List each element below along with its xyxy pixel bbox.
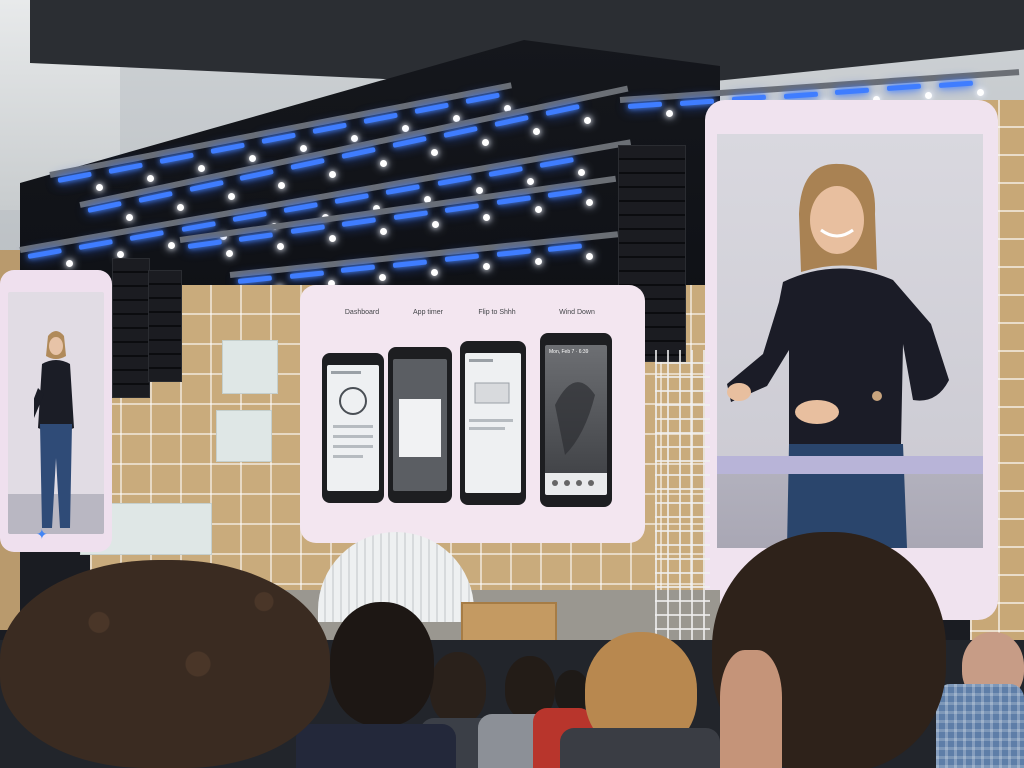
spot-light <box>351 134 359 142</box>
google-io-logo: ✦ <box>36 526 48 542</box>
audience-body <box>296 724 456 768</box>
spot-light <box>586 252 594 260</box>
spot-light <box>534 257 542 265</box>
phone-flip-to-shhh <box>460 341 526 505</box>
presenter-figure <box>34 331 74 528</box>
phone-screen <box>327 365 379 491</box>
flip-to-shhh-ui <box>469 359 513 430</box>
spot-light <box>225 249 233 257</box>
spot-light <box>146 174 154 182</box>
dashboard-ui <box>331 371 373 458</box>
spot-light <box>248 154 256 162</box>
phone-screen <box>465 353 521 493</box>
spot-light <box>431 220 439 228</box>
app-timer-dialog <box>399 399 441 457</box>
phone-label-app-timer: App timer <box>413 309 443 316</box>
audience-body <box>560 728 720 768</box>
wind-down-time: Mon, Feb 7 · 6:39 <box>549 349 589 355</box>
audience-body-plaid <box>936 684 1024 768</box>
spot-light <box>117 250 125 258</box>
phone-wind-down: Mon, Feb 7 · 6:39 <box>540 333 612 507</box>
presenter-closeup <box>727 163 949 548</box>
spot-light <box>227 192 235 200</box>
left-video-screen: ✦ <box>0 270 112 552</box>
spot-light <box>481 138 489 146</box>
spot-light <box>431 268 439 276</box>
wall-panel <box>222 340 278 394</box>
wind-down-wallpaper <box>545 382 607 495</box>
audience-head <box>430 652 486 724</box>
scaffold-truss <box>655 350 710 640</box>
spot-light <box>65 259 73 267</box>
keynote-stage-photo: ✦ Dashboard App timer Flip to Shhh Wind … <box>0 0 1024 768</box>
spot-light <box>532 127 540 135</box>
spot-light <box>977 88 985 96</box>
wall-panel <box>216 410 272 462</box>
audience-head <box>330 602 434 726</box>
right-screen-video <box>717 134 983 548</box>
audience-ear-neck <box>720 650 782 768</box>
center-slide-screen: Dashboard App timer Flip to Shhh Wind Do… <box>300 285 645 543</box>
phone-dashboard <box>322 353 384 503</box>
spot-light <box>197 164 205 172</box>
screen-floor-stripe <box>717 456 983 474</box>
spot-light <box>583 117 591 125</box>
phone-screen: Mon, Feb 7 · 6:39 <box>545 345 607 495</box>
speaker-stack <box>148 270 182 382</box>
speaker-stack <box>112 258 150 398</box>
spot-light <box>168 241 176 249</box>
spot-light <box>402 124 410 132</box>
audience-head-curly-hair <box>0 560 330 768</box>
spot-light <box>176 203 184 211</box>
spot-light <box>475 187 483 195</box>
left-screen-video <box>8 292 104 534</box>
phone-screen <box>393 359 447 491</box>
spot-light <box>300 144 308 152</box>
phone-label-flip-to-shhh: Flip to Shhh <box>478 309 516 316</box>
phone-app-timer <box>388 347 452 503</box>
phone-label-wind-down: Wind Down <box>559 309 595 316</box>
